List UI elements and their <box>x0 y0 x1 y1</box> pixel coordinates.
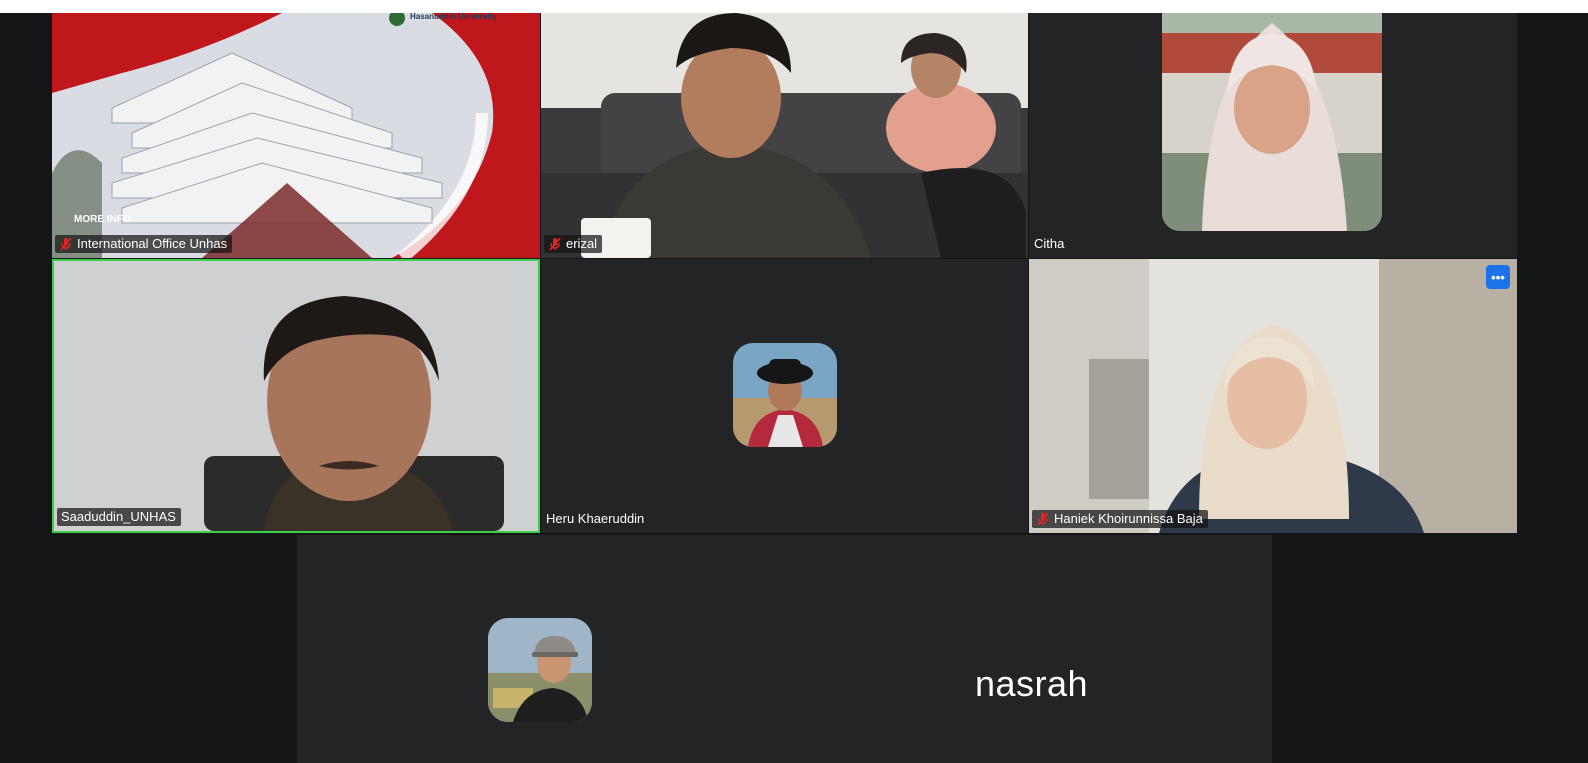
participant-tile-citha[interactable]: Citha <box>1029 13 1517 258</box>
microphone-muted-icon <box>548 237 562 251</box>
window-top-edge <box>0 0 1588 13</box>
participant-tile-haniek[interactable]: ••• Haniek Khoirunnissa Baja <box>1029 259 1517 533</box>
more-options-label: ••• <box>1491 269 1505 285</box>
microphone-muted-icon <box>1036 512 1050 526</box>
participant-name: Heru Khaeruddin <box>546 511 645 526</box>
video-gallery: Hasanuddin University MORE INFO Internat… <box>0 13 1588 763</box>
video-feed <box>541 13 1028 258</box>
more-options-icon[interactable]: ••• <box>1486 265 1510 289</box>
video-feed <box>1162 13 1382 231</box>
participant-tile-erizal[interactable]: erizal <box>541 13 1028 258</box>
participant-name-tag: International Office Unhas <box>55 235 233 253</box>
participant-name: Citha <box>1034 236 1065 251</box>
brand-text: Hasanuddin University <box>410 13 497 21</box>
participant-avatar <box>488 618 592 722</box>
participant-avatar <box>733 343 837 447</box>
participant-name-tag: Citha <box>1032 235 1069 253</box>
participant-tile-saaduddin[interactable]: Saaduddin_UNHAS <box>52 259 540 533</box>
video-feed <box>1029 259 1517 533</box>
participant-name-tag: Haniek Khoirunnissa Baja <box>1032 510 1208 528</box>
video-feed <box>54 261 538 531</box>
participant-name: Saaduddin_UNHAS <box>61 509 176 524</box>
participant-tile-international-office[interactable]: Hasanuddin University MORE INFO Internat… <box>52 13 540 258</box>
participant-name-tag: Heru Khaeruddin <box>544 510 649 528</box>
participant-name: nasrah <box>975 663 1089 704</box>
participant-name: erizal <box>566 236 598 251</box>
participant-name-tag: erizal <box>544 235 603 253</box>
participant-tile-bottom[interactable]: nasrah <box>297 535 1272 763</box>
participant-name: International Office Unhas <box>77 236 228 251</box>
more-info-text: MORE INFO <box>74 214 131 225</box>
participant-name: Haniek Khoirunnissa Baja <box>1054 511 1203 526</box>
participant-name-tag: Saaduddin_UNHAS <box>57 508 181 526</box>
microphone-muted-icon <box>59 237 73 251</box>
participant-tile-heru[interactable]: Heru Khaeruddin <box>541 259 1028 533</box>
